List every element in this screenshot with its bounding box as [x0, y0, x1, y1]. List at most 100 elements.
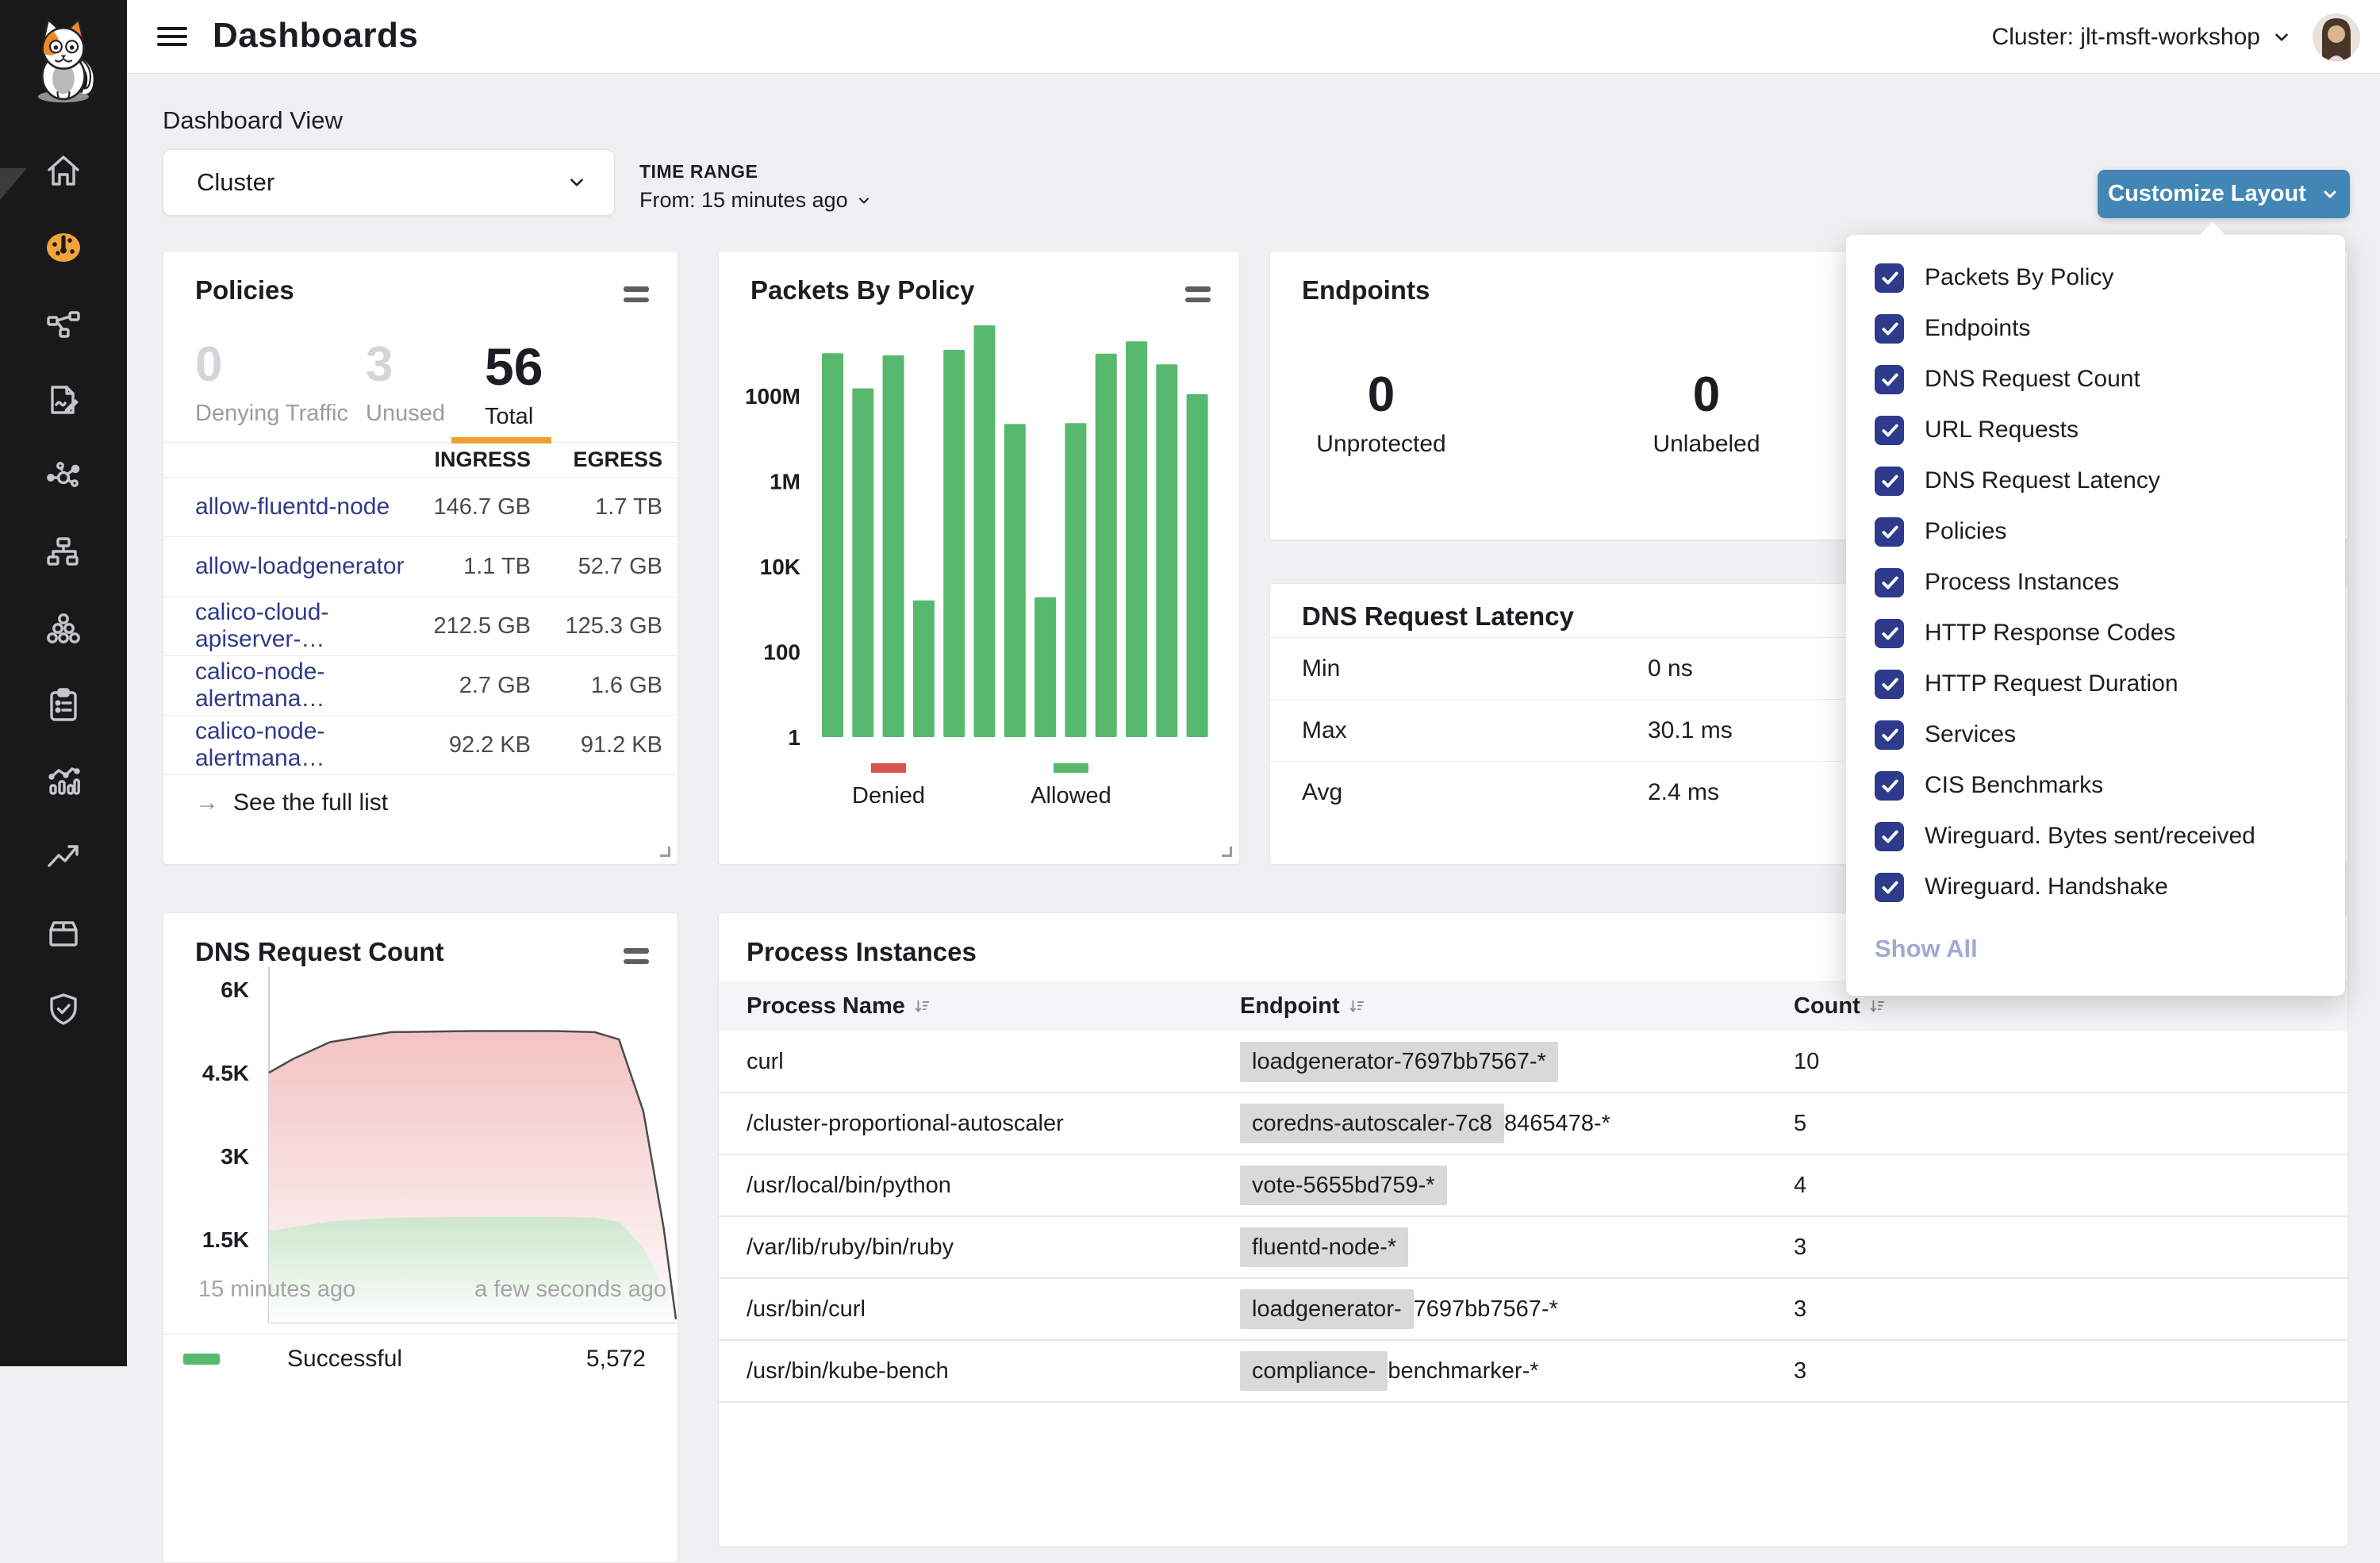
checkbox-checked[interactable] [1875, 670, 1904, 699]
checkbox-checked[interactable] [1875, 873, 1904, 902]
policies-icon [44, 381, 83, 419]
process-row: /var/lib/ruby/bin/rubyfluentd-node-*3 [719, 1217, 2347, 1279]
service-graph-icon [44, 305, 83, 343]
stat-denying-traffic[interactable]: 0 Denying Traffic [195, 340, 348, 427]
policy-link[interactable]: calico-cloud-apiserver-… [195, 599, 412, 653]
sidebar-item-compliance[interactable] [0, 666, 127, 743]
checkbox-checked[interactable] [1875, 517, 1904, 547]
checkbox-checked[interactable] [1875, 771, 1904, 801]
sidebar-item-workloads[interactable] [0, 590, 127, 666]
ingress-value: 1.1 TB [412, 554, 531, 580]
dns-legend-row[interactable]: Successful 5,572 [163, 1334, 678, 1383]
sidebar-item-packages[interactable] [0, 895, 127, 971]
process-row: /cluster-proportional-autoscalercoredns-… [719, 1093, 2347, 1155]
sort-icon[interactable] [1348, 997, 1365, 1015]
menu-item[interactable]: Policies [1846, 506, 2345, 557]
menu-item[interactable]: DNS Request Count [1846, 354, 2345, 405]
menu-item[interactable]: Services [1846, 709, 2345, 760]
checkbox-checked[interactable] [1875, 720, 1904, 750]
sidebar-item-service-graph[interactable] [0, 286, 127, 362]
policy-row: calico-cloud-apiserver-…212.5 GB125.3 GB [163, 597, 678, 656]
resize-handle[interactable] [1222, 847, 1232, 857]
security-icon [44, 990, 83, 1028]
column-egress: EGRESS [531, 447, 662, 472]
sort-icon[interactable] [913, 997, 931, 1015]
hamburger-menu-icon[interactable] [157, 22, 187, 49]
menu-item[interactable]: CIS Benchmarks [1846, 760, 2345, 811]
drag-handle-icon[interactable] [624, 286, 649, 308]
sidebar-item-dashboards[interactable] [0, 209, 127, 286]
sidebar-item-network-tree[interactable] [0, 514, 127, 590]
time-range-picker[interactable]: From: 15 minutes ago [639, 188, 872, 213]
process-name: /usr/bin/kube-bench [719, 1358, 1240, 1384]
endpoint-cell: coredns-autoscaler-7c88465478-* [1240, 1111, 1794, 1137]
calico-cat-logo [25, 11, 102, 105]
see-full-list-link[interactable]: → See the full list [195, 789, 388, 816]
sort-icon[interactable] [1868, 997, 1886, 1015]
check-icon [1879, 267, 1900, 288]
menu-item[interactable]: HTTP Response Codes [1846, 608, 2345, 659]
menu-item[interactable]: DNS Request Latency [1846, 455, 2345, 506]
checkbox-checked[interactable] [1875, 365, 1904, 394]
sidebar-item-home[interactable] [0, 133, 127, 209]
menu-item[interactable]: Process Instances [1846, 557, 2345, 608]
legend-allowed[interactable]: Allowed [1015, 763, 1127, 809]
sidebar-item-security[interactable] [0, 971, 127, 1047]
check-icon [1879, 521, 1900, 542]
menu-item[interactable]: URL Requests [1846, 405, 2345, 455]
cluster-selector[interactable]: Cluster: jlt-msft-workshop [1992, 24, 2292, 51]
packets-by-policy-card: Packets By Policy 100M1M10K1001 Denied A… [718, 251, 1240, 865]
column-header-count[interactable]: Count [1794, 993, 2347, 1020]
sidebar-item-policies[interactable] [0, 362, 127, 438]
svg-text:1M: 1M [770, 470, 800, 494]
checkbox-checked[interactable] [1875, 467, 1904, 496]
dashboard-view-heading: Dashboard View [163, 106, 343, 135]
column-header-process-name[interactable]: Process Name [719, 993, 1240, 1020]
check-icon [1879, 420, 1900, 440]
checkbox-checked[interactable] [1875, 822, 1904, 851]
menu-item[interactable]: HTTP Request Duration [1846, 659, 2345, 709]
process-row: curlloadgenerator-7697bb7567-*10 [719, 1031, 2347, 1093]
sidebar-item-connections[interactable] [0, 438, 127, 514]
chevron-down-icon [2320, 185, 2340, 204]
dashboard-view-select[interactable]: Cluster [163, 149, 615, 216]
chevron-down-icon [2271, 27, 2292, 48]
successful-count: 5,572 [586, 1346, 646, 1373]
policy-link[interactable]: allow-fluentd-node [195, 493, 412, 520]
policies-table: INGRESS EGRESS allow-fluentd-node146.7 G… [163, 442, 678, 775]
checkbox-checked[interactable] [1875, 416, 1904, 445]
sidebar-item-metrics[interactable] [0, 743, 127, 819]
process-row: /usr/local/bin/pythonvote-5655bd759-*4 [719, 1155, 2347, 1217]
policy-link[interactable]: calico-node-alertmana… [195, 659, 412, 712]
check-icon [1879, 572, 1900, 593]
egress-value: 1.6 GB [531, 673, 662, 699]
legend-denied[interactable]: Denied [833, 763, 944, 809]
svg-text:6K: 6K [221, 977, 249, 1002]
checkbox-checked[interactable] [1875, 568, 1904, 597]
menu-item[interactable]: Packets By Policy [1846, 252, 2345, 303]
endpoint-cell: fluentd-node-* [1240, 1235, 1794, 1261]
resize-handle[interactable] [660, 847, 670, 857]
policy-link[interactable]: allow-loadgenerator [195, 553, 412, 580]
x-axis-label-right: a few seconds ago [474, 1277, 666, 1303]
checkbox-checked[interactable] [1875, 314, 1904, 344]
menu-item[interactable]: Endpoints [1846, 303, 2345, 354]
process-name: /usr/bin/curl [719, 1296, 1240, 1323]
endpoint-cell: loadgenerator-7697bb7567-* [1240, 1296, 1794, 1323]
sidebar-item-activity[interactable] [0, 819, 127, 895]
column-header-endpoint[interactable]: Endpoint [1240, 993, 1794, 1020]
customize-layout-button[interactable]: Customize Layout [2098, 170, 2350, 218]
policy-link[interactable]: calico-node-alertmana… [195, 718, 412, 772]
stat-unused[interactable]: 3 Unused [366, 340, 445, 427]
svg-text:100: 100 [763, 640, 800, 665]
menu-item[interactable]: Wireguard. Handshake [1846, 862, 2345, 912]
user-avatar[interactable] [2313, 13, 2360, 61]
checkbox-checked[interactable] [1875, 619, 1904, 648]
endpoint-chip: fluentd-node-* [1240, 1227, 1408, 1267]
checkbox-checked[interactable] [1875, 263, 1904, 293]
stat-total[interactable]: 56 Total [485, 340, 543, 430]
sidebar [0, 0, 127, 1366]
menu-item[interactable]: Wireguard. Bytes sent/received [1846, 811, 2345, 862]
show-all-link[interactable]: Show All [1875, 935, 2345, 963]
endpoint-cell: loadgenerator-7697bb7567-* [1240, 1042, 1794, 1082]
